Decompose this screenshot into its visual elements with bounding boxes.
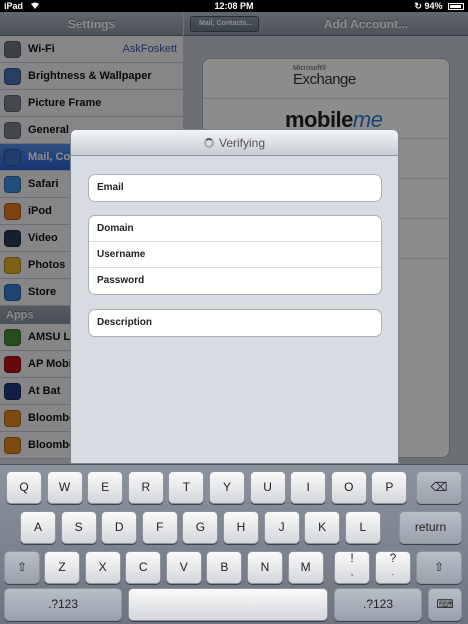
description-input[interactable] [162,310,381,336]
key-glyph-sub: , [350,567,354,577]
email-field[interactable]: Email [89,175,381,201]
field-label-description: Description [97,317,153,328]
field-label-email: Email [97,182,124,193]
numbers-key-left[interactable]: .?123 [4,588,122,621]
shift-icon: ⇧ [16,560,28,574]
spinner-icon [203,138,214,148]
space-key[interactable] [128,588,328,621]
key-glyph-sub: . [391,567,395,577]
key-p[interactable]: P [371,471,408,504]
battery-fill [450,5,462,8]
keyboard-icon: ⌨ [436,597,454,611]
password-input[interactable] [154,268,381,294]
key-x[interactable]: X [84,551,121,584]
modal-title: Verifying [218,136,266,150]
key-u[interactable]: U [249,471,286,504]
shift-key-right[interactable]: ⇧ [416,551,462,584]
credentials-group: Domain Username Password [88,215,382,295]
key-glyph: ! [350,551,354,565]
hide-keyboard-key[interactable]: ⌨ [428,588,462,621]
key-glyph: ? [389,551,397,565]
description-group: Description [88,309,382,337]
key-g[interactable]: G [182,511,219,544]
status-right: ↻ 94% [414,0,464,12]
key-y[interactable]: Y [209,471,245,504]
key-q[interactable]: Q [6,471,42,504]
field-label-username: Username [97,249,146,260]
numbers-key-right[interactable]: .?123 [334,588,422,621]
key-exclaim[interactable]: !, [334,551,370,584]
username-field[interactable]: Username [89,242,381,268]
battery-icon [448,3,464,10]
password-field[interactable]: Password [89,268,381,294]
key-f[interactable]: F [141,511,178,544]
key-e[interactable]: E [87,471,124,504]
key-h[interactable]: H [223,511,259,544]
status-bar: iPad 12:08 PM ↻ 94% [0,0,468,12]
account-form-modal: Verifying Email Domain Username Password… [70,129,399,464]
rotation-lock-icon: ↻ [414,1,422,11]
email-input[interactable] [133,175,381,201]
shift-key-left[interactable]: ⇧ [4,551,40,584]
shift-icon: ⇧ [433,560,445,574]
key-j[interactable]: J [263,511,300,544]
key-m[interactable]: M [287,551,324,584]
description-field[interactable]: Description [89,310,381,336]
key-s[interactable]: S [60,511,97,544]
key-k[interactable]: K [304,511,341,544]
key-a[interactable]: A [20,511,56,544]
email-group: Email [88,174,382,202]
key-v[interactable]: V [165,551,202,584]
key-t[interactable]: T [168,471,205,504]
key-w[interactable]: W [46,471,83,504]
key-z[interactable]: Z [44,551,80,584]
key-o[interactable]: O [330,471,367,504]
on-screen-keyboard: Q W E R T Y U I O P ⌫ A S D F G H J K Lreturn ⇧ Z X C V B N M!,?. ⇧.… [0,464,468,624]
return-key[interactable]: return [399,511,462,544]
key-l[interactable]: L [344,511,381,544]
status-time: 12:08 PM [214,1,254,11]
key-c[interactable]: C [125,551,162,584]
domain-input[interactable] [143,216,381,241]
key-b[interactable]: B [206,551,243,584]
backspace-icon: ⌫ [430,480,448,494]
key-r[interactable]: R [127,471,164,504]
field-label-password: Password [97,275,145,286]
key-question[interactable]: ?. [375,551,411,584]
key-n[interactable]: N [247,551,283,584]
backspace-key[interactable]: ⌫ [416,471,462,504]
username-input[interactable] [155,242,381,267]
battery-percent: 94% [424,1,443,11]
domain-field[interactable]: Domain [89,216,381,242]
key-i[interactable]: I [290,471,327,504]
key-d[interactable]: D [101,511,138,544]
modal-titlebar: Verifying [71,130,398,156]
field-label-domain: Domain [97,223,134,234]
ipad-screen: iPad 12:08 PM ↻ 94% Settings Wi-Fi AskFos… [0,0,468,624]
